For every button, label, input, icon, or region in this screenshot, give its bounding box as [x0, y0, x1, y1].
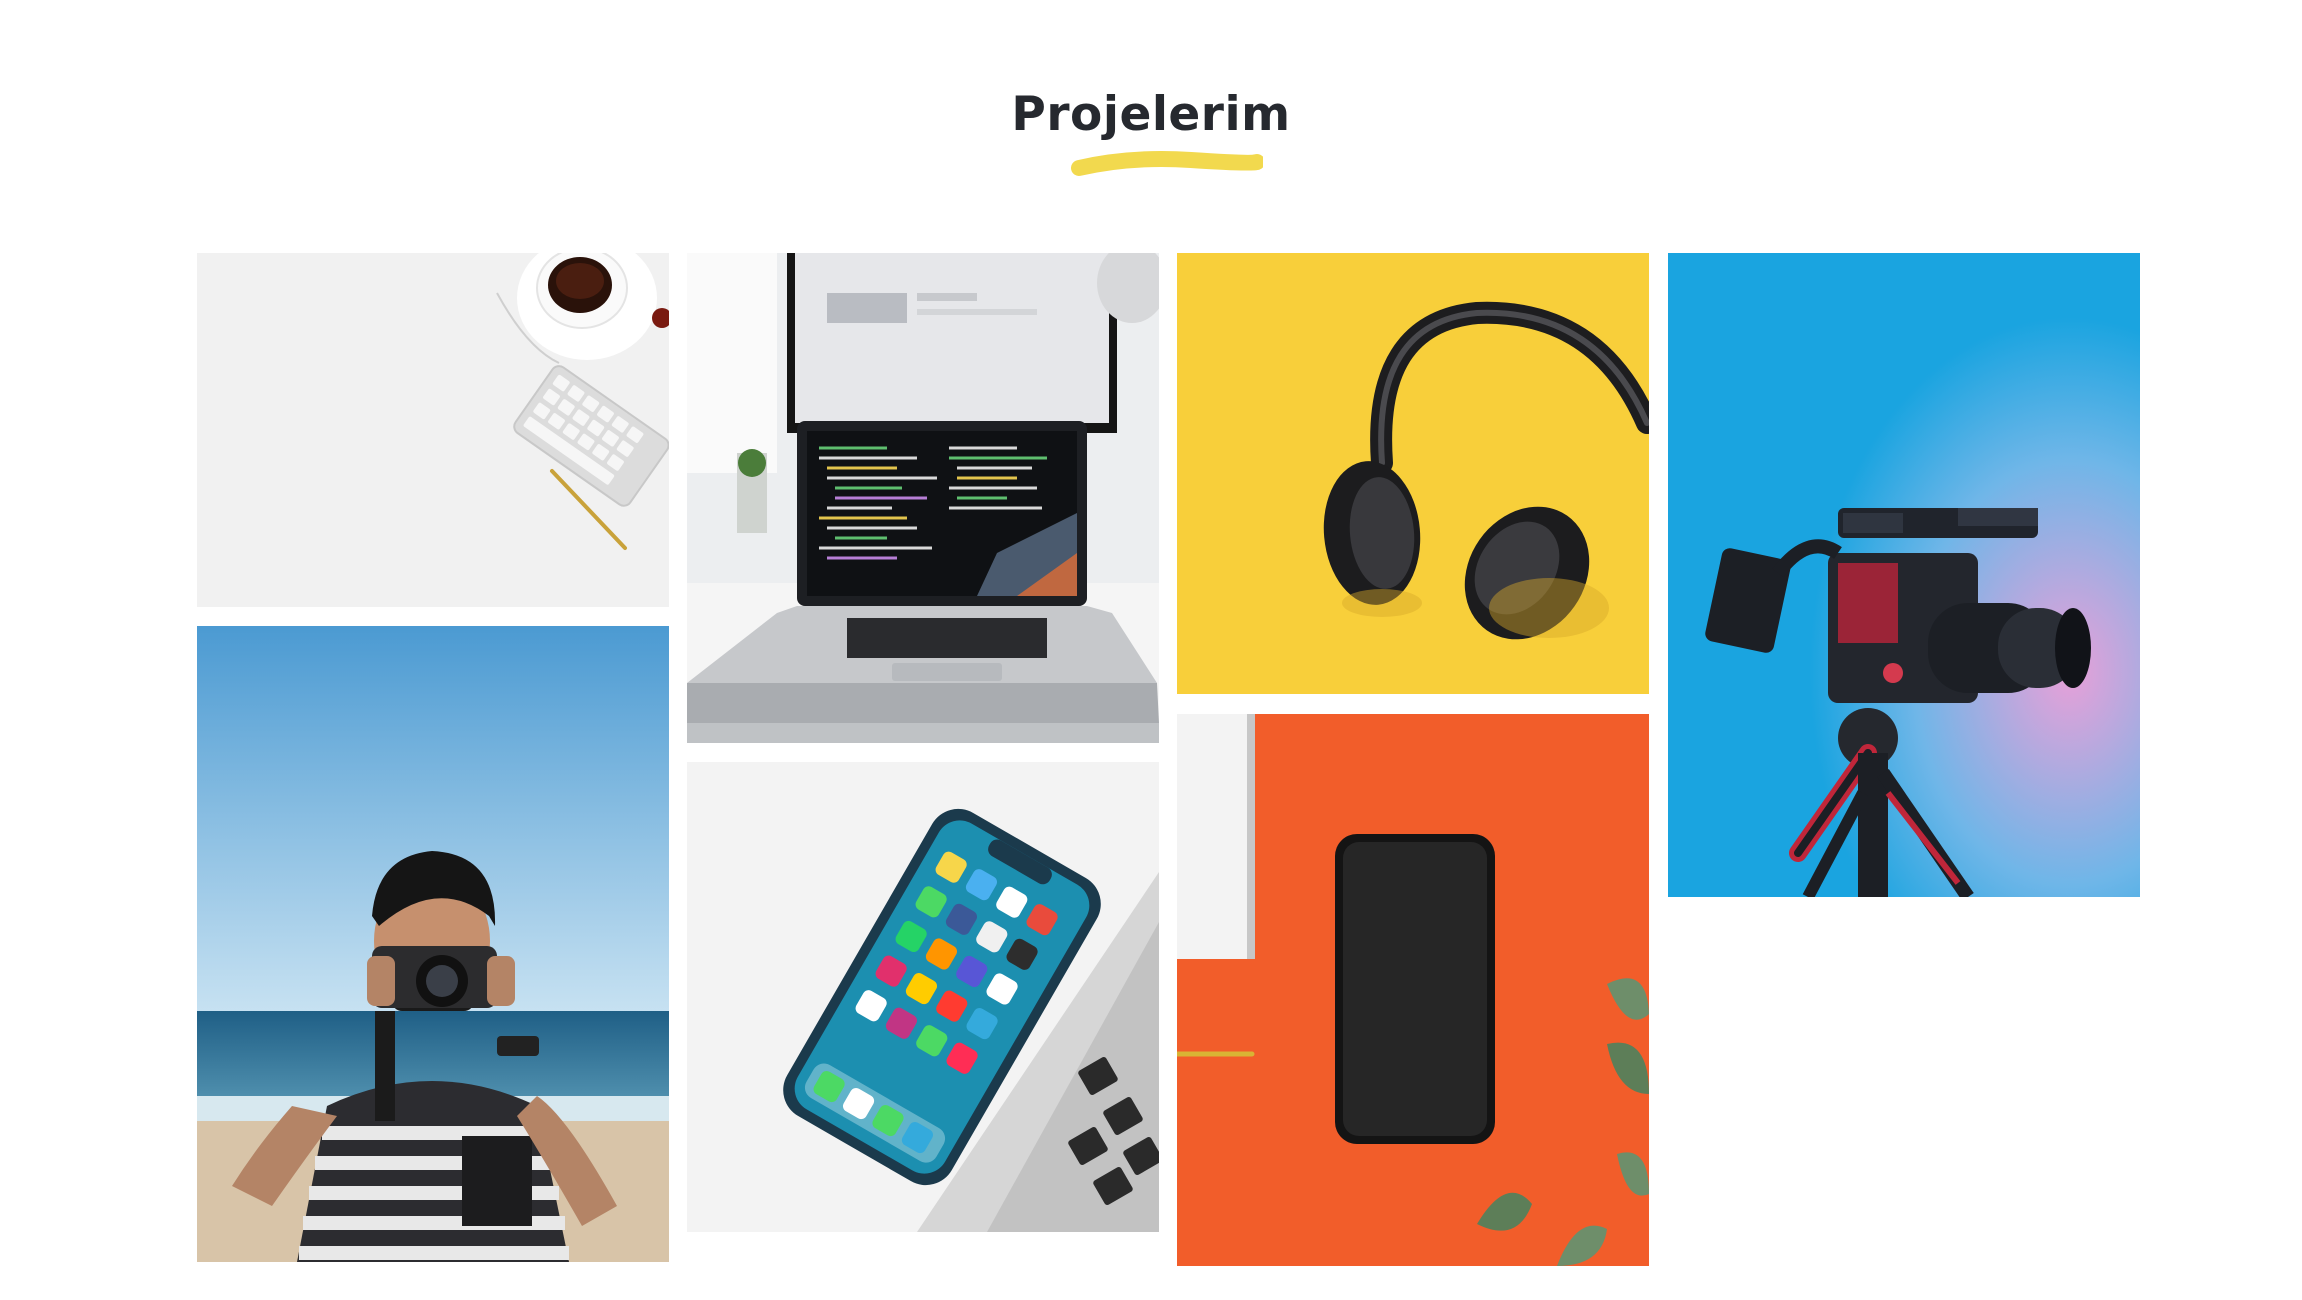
black-phone-image — [1177, 714, 1649, 1266]
gallery-item-laptop[interactable] — [687, 253, 1159, 743]
section-header: Projelerim — [0, 82, 2302, 148]
gallery-item-iphone[interactable] — [687, 762, 1159, 1232]
gallery-item-desk[interactable] — [197, 253, 669, 607]
gallery-item-headphones[interactable] — [1177, 253, 1649, 694]
video-camera-image — [1668, 253, 2140, 897]
gallery-item-phone[interactable] — [1177, 714, 1649, 1266]
headphones-image — [1177, 253, 1649, 694]
desk-keyboard-coffee-image — [197, 253, 669, 607]
beach-photographer-image — [197, 626, 669, 1262]
iphone-image — [687, 762, 1159, 1232]
page-title: Projelerim — [1011, 87, 1291, 142]
gallery-item-camera[interactable] — [1668, 253, 2140, 897]
gallery-item-photographer[interactable] — [197, 626, 669, 1262]
title-underline — [1071, 151, 1263, 176]
laptop-code-image — [687, 253, 1159, 743]
